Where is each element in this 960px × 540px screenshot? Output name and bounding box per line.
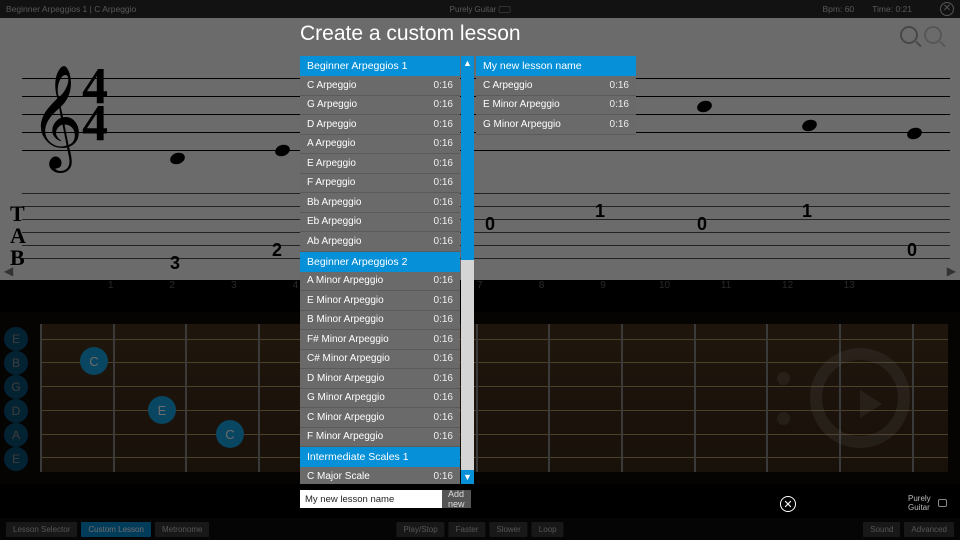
source-item[interactable]: C Arpeggio0:16 bbox=[300, 76, 460, 96]
source-item[interactable]: D Arpeggio0:16 bbox=[300, 115, 460, 135]
scroll-thumb[interactable] bbox=[461, 70, 474, 260]
add-new-button[interactable]: Add new bbox=[442, 490, 471, 508]
source-item[interactable]: F Arpeggio0:16 bbox=[300, 174, 460, 194]
source-item[interactable]: Bb Arpeggio0:16 bbox=[300, 193, 460, 213]
modal-title: Create a custom lesson bbox=[300, 22, 660, 46]
source-item[interactable]: F Minor Arpeggio0:16 bbox=[300, 428, 460, 448]
source-item[interactable]: G Minor Arpeggio0:16 bbox=[300, 389, 460, 409]
source-item[interactable]: C# Minor Arpeggio0:16 bbox=[300, 350, 460, 370]
modal-brand-label: Purely Guitar bbox=[908, 494, 947, 512]
close-modal-icon[interactable]: ✕ bbox=[780, 496, 796, 512]
source-item[interactable]: B Minor Arpeggio0:16 bbox=[300, 311, 460, 331]
source-item[interactable]: E Arpeggio0:16 bbox=[300, 154, 460, 174]
custom-lesson-list[interactable]: C Arpeggio0:16E Minor Arpeggio0:16G Mino… bbox=[476, 76, 636, 135]
source-group-header[interactable]: Beginner Arpeggios 2 bbox=[300, 252, 460, 272]
scrollbar[interactable]: ▲ ▼ bbox=[461, 56, 474, 484]
source-item[interactable]: Eb Arpeggio0:16 bbox=[300, 213, 460, 233]
custom-list-header[interactable]: My new lesson name bbox=[476, 56, 636, 76]
source-item[interactable]: G Arpeggio0:16 bbox=[300, 96, 460, 116]
scroll-down-icon[interactable]: ▼ bbox=[461, 470, 474, 484]
source-item[interactable]: F# Minor Arpeggio0:16 bbox=[300, 330, 460, 350]
custom-item[interactable]: G Minor Arpeggio0:16 bbox=[476, 115, 636, 135]
source-item[interactable]: C Minor Arpeggio0:16 bbox=[300, 408, 460, 428]
custom-lesson-modal: Create a custom lesson Beginner Arpeggio… bbox=[300, 22, 660, 512]
source-item[interactable]: C Major Scale0:16 bbox=[300, 467, 460, 484]
source-item[interactable]: Ab Arpeggio0:16 bbox=[300, 232, 460, 252]
source-item[interactable]: D Minor Arpeggio0:16 bbox=[300, 369, 460, 389]
scroll-up-icon[interactable]: ▲ bbox=[461, 56, 474, 70]
source-group-header[interactable]: Beginner Arpeggios 1 bbox=[300, 56, 460, 76]
source-group-header[interactable]: Intermediate Scales 1 bbox=[300, 447, 460, 467]
source-item[interactable]: A Minor Arpeggio0:16 bbox=[300, 272, 460, 292]
source-lesson-list[interactable]: Beginner Arpeggios 1C Arpeggio0:16G Arpe… bbox=[300, 56, 460, 484]
source-item[interactable]: A Arpeggio0:16 bbox=[300, 135, 460, 155]
custom-item[interactable]: C Arpeggio0:16 bbox=[476, 76, 636, 96]
source-item[interactable]: E Minor Arpeggio0:16 bbox=[300, 291, 460, 311]
new-lesson-name-input[interactable] bbox=[300, 490, 442, 508]
custom-item[interactable]: E Minor Arpeggio0:16 bbox=[476, 96, 636, 116]
